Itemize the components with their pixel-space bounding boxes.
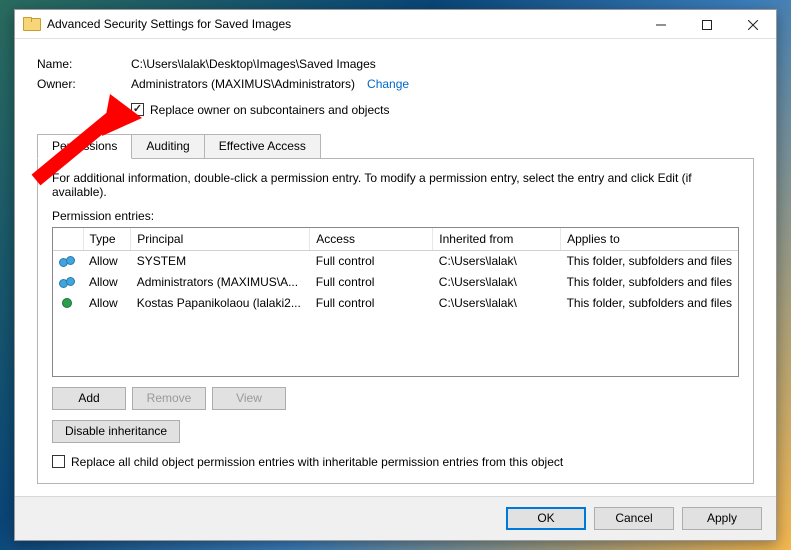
cell-type: Allow	[83, 272, 131, 293]
titlebar: Advanced Security Settings for Saved Ima…	[15, 10, 776, 39]
add-button[interactable]: Add	[52, 387, 126, 410]
replace-child-label: Replace all child object permission entr…	[71, 455, 563, 469]
permission-entries-table[interactable]: Type Principal Access Inherited from App…	[52, 227, 739, 377]
cell-inherited: C:\Users\lalak\	[433, 293, 561, 314]
cell-type: Allow	[83, 250, 131, 272]
cell-inherited: C:\Users\lalak\	[433, 250, 561, 272]
owner-label: Owner:	[37, 77, 131, 91]
tab-permissions[interactable]: Permissions	[37, 134, 132, 159]
tab-auditing[interactable]: Auditing	[131, 134, 204, 159]
cell-access: Full control	[310, 272, 433, 293]
security-settings-window: Advanced Security Settings for Saved Ima…	[14, 9, 777, 541]
minimize-icon	[656, 20, 666, 30]
cell-applies: This folder, subfolders and files	[561, 250, 738, 272]
cell-principal: Kostas Papanikolaou (lalaki2...	[131, 293, 310, 314]
disable-inheritance-button[interactable]: Disable inheritance	[52, 420, 180, 443]
cell-principal: SYSTEM	[131, 250, 310, 272]
col-type-header[interactable]: Type	[83, 228, 131, 251]
window-controls	[638, 10, 776, 40]
col-inherited-header[interactable]: Inherited from	[433, 228, 561, 251]
entries-label: Permission entries:	[52, 209, 739, 223]
cell-principal: Administrators (MAXIMUS\A...	[131, 272, 310, 293]
principal-icon	[59, 275, 77, 287]
cell-applies: This folder, subfolders and files	[561, 293, 738, 314]
col-icon-header[interactable]	[53, 228, 83, 251]
folder-icon	[23, 17, 39, 31]
replace-owner-row: Replace owner on subcontainers and objec…	[131, 103, 754, 117]
table-row[interactable]: AllowKostas Papanikolaou (lalaki2...Full…	[53, 293, 738, 314]
replace-child-checkbox[interactable]	[52, 455, 65, 468]
replace-owner-checkbox[interactable]	[131, 103, 144, 116]
content-area: Name: C:\Users\lalak\Desktop\Images\Save…	[15, 39, 776, 484]
maximize-button[interactable]	[684, 10, 730, 40]
name-row: Name: C:\Users\lalak\Desktop\Images\Save…	[37, 57, 754, 71]
table-header-row: Type Principal Access Inherited from App…	[53, 228, 738, 251]
apply-button[interactable]: Apply	[682, 507, 762, 530]
replace-child-row: Replace all child object permission entr…	[52, 455, 739, 469]
cell-access: Full control	[310, 293, 433, 314]
owner-row: Owner: Administrators (MAXIMUS\Administr…	[37, 77, 754, 91]
window-title: Advanced Security Settings for Saved Ima…	[47, 17, 291, 31]
maximize-icon	[702, 20, 712, 30]
replace-owner-label: Replace owner on subcontainers and objec…	[150, 103, 389, 117]
close-icon	[748, 20, 758, 30]
entry-buttons: Add Remove View	[52, 387, 739, 410]
cell-inherited: C:\Users\lalak\	[433, 272, 561, 293]
principal-icon	[59, 296, 77, 308]
owner-value: Administrators (MAXIMUS\Administrators)	[131, 77, 355, 91]
remove-button[interactable]: Remove	[132, 387, 206, 410]
cancel-button[interactable]: Cancel	[594, 507, 674, 530]
table-row[interactable]: AllowAdministrators (MAXIMUS\A...Full co…	[53, 272, 738, 293]
table-row[interactable]: AllowSYSTEMFull controlC:\Users\lalak\Th…	[53, 250, 738, 272]
cell-type: Allow	[83, 293, 131, 314]
name-label: Name:	[37, 57, 131, 71]
view-button[interactable]: View	[212, 387, 286, 410]
close-button[interactable]	[730, 10, 776, 40]
change-owner-link[interactable]: Change	[367, 77, 409, 91]
info-text: For additional information, double-click…	[52, 171, 739, 199]
cell-access: Full control	[310, 250, 433, 272]
principal-icon	[59, 254, 77, 266]
col-applies-header[interactable]: Applies to	[561, 228, 738, 251]
dialog-buttons: OK Cancel Apply	[15, 496, 776, 540]
col-access-header[interactable]: Access	[310, 228, 433, 251]
ok-button[interactable]: OK	[506, 507, 586, 530]
minimize-button[interactable]	[638, 10, 684, 40]
permissions-panel: For additional information, double-click…	[37, 158, 754, 484]
tab-strip: Permissions Auditing Effective Access	[37, 133, 754, 158]
name-value: C:\Users\lalak\Desktop\Images\Saved Imag…	[131, 57, 376, 71]
cell-applies: This folder, subfolders and files	[561, 272, 738, 293]
tab-effective-access[interactable]: Effective Access	[204, 134, 321, 159]
col-principal-header[interactable]: Principal	[131, 228, 310, 251]
